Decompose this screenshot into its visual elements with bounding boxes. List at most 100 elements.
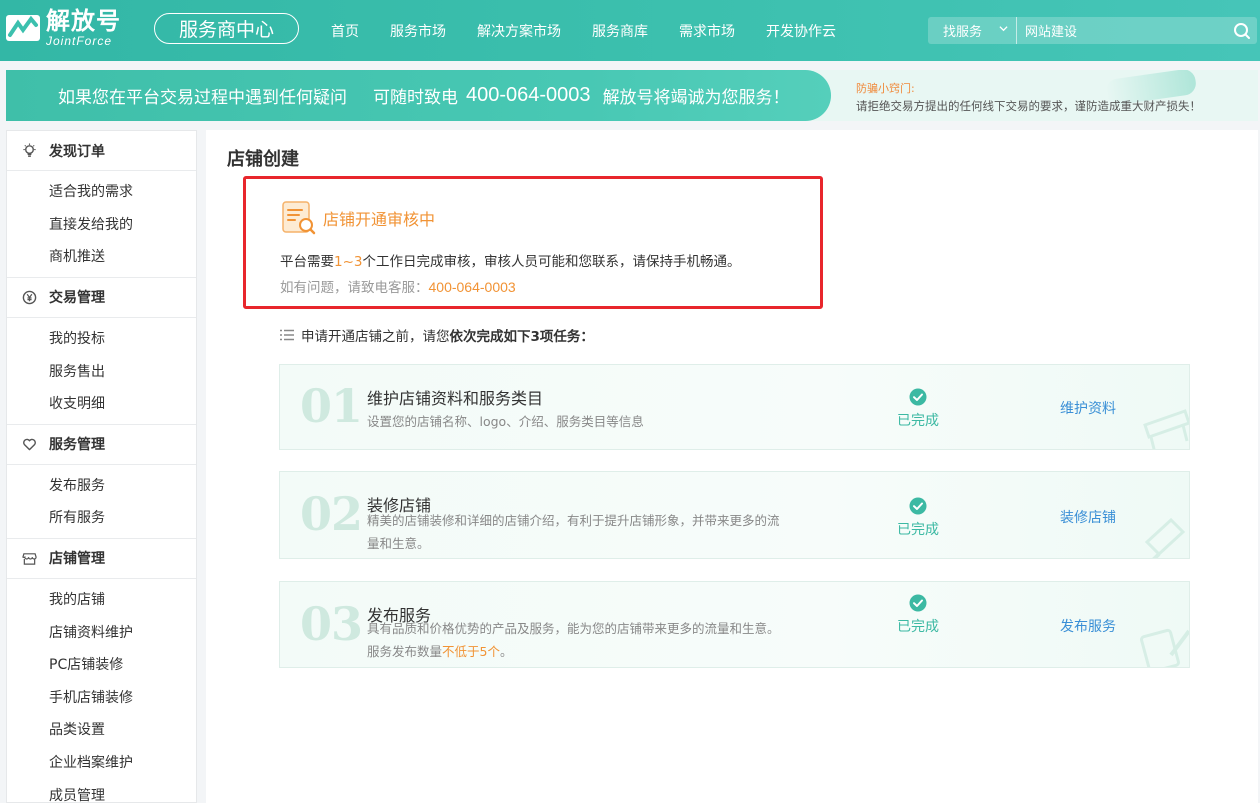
sidebar-item-service-sold[interactable]: 服务售出 <box>7 354 196 387</box>
sidebar-item-member-management[interactable]: 成员管理 <box>7 778 196 803</box>
review-text-a: 平台需要 <box>280 254 334 270</box>
sidebar-item-suitable-demands[interactable]: 适合我的需求 <box>7 175 196 208</box>
sidebar-item-publish-service[interactable]: 发布服务 <box>7 469 196 502</box>
sidebar-group-title: 服务管理 <box>49 437 105 454</box>
fraud-warning-text: 请拒绝交易方提出的任何线下交易的要求，谨防造成重大财产损失！ <box>856 99 1201 113</box>
yen-icon <box>21 289 37 305</box>
task-intro-b: 依次完成如下3项任务： <box>449 329 594 345</box>
review-status-box: 店铺开通审核中 平台需要1~3个工作日完成审核，审核人员可能和您联系，请保持手机… <box>243 176 823 309</box>
review-document-icon <box>281 200 317 236</box>
nav-item-solution-market[interactable]: 解决方案市场 <box>477 21 561 41</box>
sidebar-item-pc-decoration[interactable]: PC店铺装修 <box>7 648 196 681</box>
nav-item-demand-market[interactable]: 需求市场 <box>679 21 735 41</box>
sidebar-group-title: 店铺管理 <box>49 551 105 568</box>
bulb-icon <box>21 143 37 159</box>
task-status-label: 已完成 <box>897 522 939 538</box>
shop-decoration-icon <box>1143 409 1189 449</box>
task-desc-highlight: 不低于5个 <box>442 644 500 659</box>
decorate-shop-link[interactable]: 装修店铺 <box>1060 507 1116 527</box>
logo-mark-icon <box>6 13 40 43</box>
sidebar-group-title: 发现订单 <box>49 143 105 160</box>
sidebar-group-items: 我的店铺 店铺资料维护 PC店铺装修 手机店铺装修 品类设置 企业档案维护 成员… <box>7 579 196 803</box>
search-type-select[interactable]: 找服务 <box>928 17 1017 44</box>
sidebar-item-sent-to-me[interactable]: 直接发给我的 <box>7 208 196 241</box>
nav-item-home[interactable]: 首页 <box>331 21 359 41</box>
check-circle-icon <box>909 388 927 406</box>
search-type-label: 找服务 <box>943 25 983 40</box>
support-text-1: 如果您在平台交易过程中遇到任何疑问 <box>58 88 347 108</box>
page-title: 店铺创建 <box>227 149 299 170</box>
heart-icon <box>21 436 37 452</box>
nav-item-service-market[interactable]: 服务市场 <box>390 21 446 41</box>
sidebar-group-items: 我的投标 服务售出 收支明细 <box>7 318 196 425</box>
sidebar-item-category-settings[interactable]: 品类设置 <box>7 713 196 746</box>
task-card: 01 维护店铺资料和服务类目 设置您的店铺名称、logo、介绍、服务类目等信息 … <box>279 364 1190 450</box>
task-intro-a: 申请开通店铺之前，请您 <box>301 329 450 345</box>
search-input[interactable] <box>1017 17 1227 44</box>
task-status-label: 已完成 <box>897 619 939 635</box>
task-description: 具有品质和价格优势的产品及服务，能为您的店铺带来更多的流量和生意。 服务发布数量… <box>367 617 787 663</box>
main-nav: 首页 服务市场 解决方案市场 服务商库 需求市场 开发协作云 <box>331 0 867 61</box>
review-contact-label: 如有问题，请致电客服： <box>280 280 429 296</box>
maintain-info-link[interactable]: 维护资料 <box>1060 398 1116 418</box>
task-status: 已完成 <box>880 594 956 636</box>
sidebar-group-items: 发布服务 所有服务 <box>7 465 196 539</box>
support-text-2: 可随时致电 <box>373 88 458 108</box>
logo-en-text: JointForce <box>46 34 113 48</box>
support-text-3: 解放号将竭诚为您服务！ <box>602 88 790 108</box>
task-number: 03 <box>300 597 363 651</box>
nav-item-dev-cloud[interactable]: 开发协作云 <box>766 21 836 41</box>
sidebar-group-find-orders[interactable]: 发现订单 <box>7 131 196 171</box>
support-phone: 400-064-0003 <box>466 84 591 106</box>
review-title: 店铺开通审核中 <box>323 210 436 229</box>
review-description: 平台需要1~3个工作日完成审核，审核人员可能和您联系，请保持手机畅通。 <box>280 250 741 270</box>
main-content: 店铺创建 店铺开通审核中 平台需要1~3个工作日完成审核，审核人员可能和您联系，… <box>206 130 1258 803</box>
task-description: 精美的店铺装修和详细的店铺介绍，有利于提升店铺形象，并带来更多的流量和生意。 <box>367 509 787 555</box>
review-days: 1~3 <box>334 254 363 270</box>
support-notice: 如果您在平台交易过程中遇到任何疑问 可随时致电 400-064-0003 解放号… <box>6 70 831 121</box>
task-name: 维护店铺资料和服务类目 <box>367 389 544 408</box>
notice-banner: 如果您在平台交易过程中遇到任何疑问 可随时致电 400-064-0003 解放号… <box>6 70 1258 121</box>
sidebar: 发现订单 适合我的需求 直接发给我的 商机推送 交易管理 我的投标 服务售出 收… <box>6 130 197 803</box>
sidebar-group-items: 适合我的需求 直接发给我的 商机推送 <box>7 171 196 278</box>
publish-service-link[interactable]: 发布服务 <box>1060 616 1116 636</box>
search-icon[interactable] <box>1227 17 1257 44</box>
task-card: 03 发布服务 具有品质和价格优势的产品及服务，能为您的店铺带来更多的流量和生意… <box>279 581 1190 668</box>
check-circle-icon <box>909 497 927 515</box>
sidebar-item-mobile-decoration[interactable]: 手机店铺装修 <box>7 681 196 714</box>
sidebar-group-title: 交易管理 <box>49 290 105 307</box>
service-center-badge[interactable]: 服务商中心 <box>154 13 299 44</box>
sidebar-item-all-services[interactable]: 所有服务 <box>7 501 196 534</box>
sidebar-item-my-shop[interactable]: 我的店铺 <box>7 583 196 616</box>
sidebar-group-service[interactable]: 服务管理 <box>7 425 196 465</box>
sidebar-group-trade[interactable]: 交易管理 <box>7 278 196 318</box>
review-contact-phone[interactable]: 400-064-0003 <box>429 279 516 295</box>
task-desc-text: 具有品质和价格优势的产品及服务，能为您的店铺带来更多的流量和生意。 服务发布数量 <box>367 621 780 659</box>
sidebar-item-my-bids[interactable]: 我的投标 <box>7 322 196 355</box>
task-intro: 申请开通店铺之前，请您 依次完成如下3项任务： <box>280 325 594 345</box>
task-desc-text: 设置您的店铺名称、logo、介绍、服务类目等信息 <box>367 414 644 429</box>
sidebar-item-shop-info[interactable]: 店铺资料维护 <box>7 615 196 648</box>
logo[interactable]: 解放号 JointForce <box>6 9 121 48</box>
sidebar-group-shop[interactable]: 店铺管理 <box>7 539 196 579</box>
task-card: 02 装修店铺 精美的店铺装修和详细的店铺介绍，有利于提升店铺形象，并带来更多的… <box>279 471 1190 559</box>
check-circle-icon <box>909 594 927 612</box>
task-number: 02 <box>300 487 363 541</box>
list-icon <box>280 329 294 341</box>
review-text-b: 个工作日完成审核，审核人员可能和您联系，请保持手机畅通。 <box>362 254 741 270</box>
shop-icon <box>21 550 37 566</box>
sidebar-item-enterprise-profile[interactable]: 企业档案维护 <box>7 746 196 779</box>
nav-item-provider-library[interactable]: 服务商库 <box>592 21 648 41</box>
fraud-warning-title: 防骗小窍门: <box>856 82 915 95</box>
review-contact: 如有问题，请致电客服：400-064-0003 <box>280 276 516 296</box>
edit-decoration-icon <box>1140 628 1189 667</box>
sidebar-item-opportunity-push[interactable]: 商机推送 <box>7 240 196 273</box>
task-desc-tail: 。 <box>499 644 513 659</box>
search-bar: 找服务 <box>928 17 1257 44</box>
sidebar-item-income-details[interactable]: 收支明细 <box>7 387 196 420</box>
task-status-label: 已完成 <box>897 413 939 429</box>
task-status: 已完成 <box>880 388 956 430</box>
fraud-warning: 防骗小窍门: 请拒绝交易方提出的任何线下交易的要求，谨防造成重大财产损失！ <box>856 80 1201 114</box>
task-status: 已完成 <box>880 497 956 539</box>
chevron-down-icon <box>999 26 1008 32</box>
